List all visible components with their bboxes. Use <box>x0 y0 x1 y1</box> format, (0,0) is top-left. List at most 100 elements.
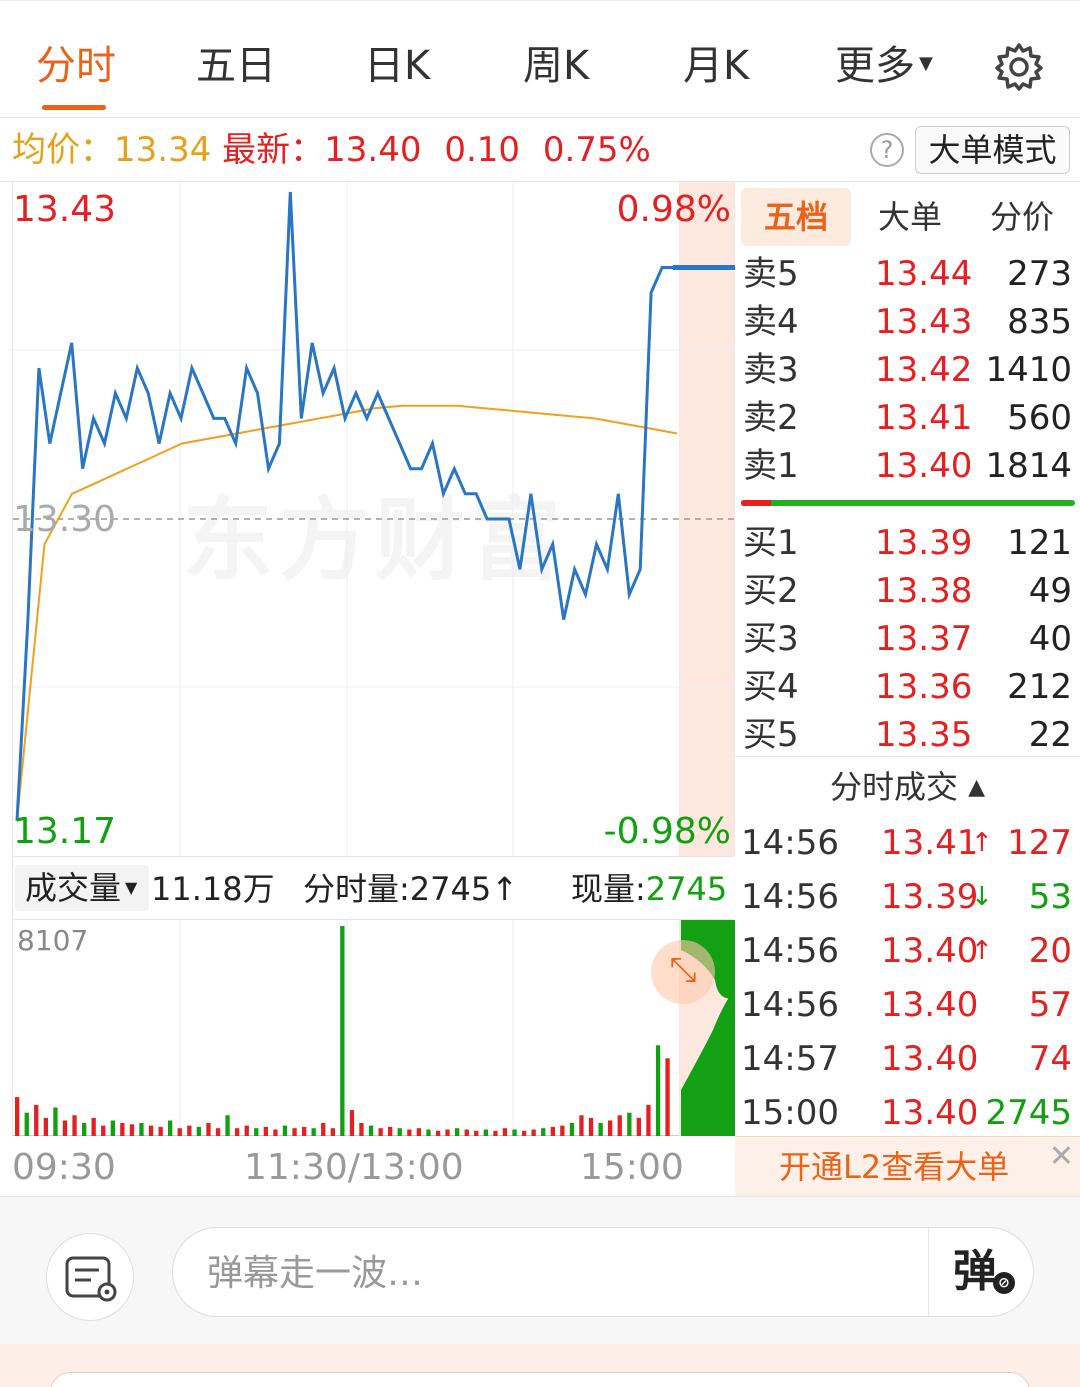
tick-trades-toggle[interactable]: 分时成交 ▲ <box>735 756 1080 816</box>
price-low-label: 13.17 <box>13 811 117 852</box>
footer-strip <box>0 1344 1080 1387</box>
bid-label: 买2 <box>743 571 799 611</box>
volume-bar <box>148 1125 154 1136</box>
ask-price: 13.44 <box>875 254 973 294</box>
volume-bar <box>120 1123 125 1136</box>
tab-five-day[interactable]: 五日 <box>196 41 276 91</box>
tab-five-levels[interactable]: 五档 <box>741 188 851 246</box>
tab-intraday[interactable]: 分时 <box>36 41 116 91</box>
price-mid-label: 13.30 <box>13 499 117 540</box>
volume-bar <box>273 1129 278 1136</box>
pct-high-label: 0.98% <box>616 189 731 230</box>
ask-row[interactable]: 卖4 13.43 835 <box>735 298 1080 346</box>
danmu-input-box[interactable]: 弹 ⊘ <box>172 1227 1034 1317</box>
tick-row: 14:57 13.40 74 <box>735 1032 1080 1086</box>
volume-bar <box>522 1130 527 1136</box>
tick-volume: 20 <box>1028 931 1072 971</box>
tick-time: 14:56 <box>741 985 839 1025</box>
volume-bar <box>359 1123 364 1136</box>
tick-price: 13.39 <box>881 877 979 917</box>
bid-price: 13.39 <box>875 523 973 563</box>
tab-more[interactable]: 更多 ▼ <box>835 41 933 99</box>
tab-daily-k[interactable]: 日K <box>364 41 430 91</box>
tick-time: 14:57 <box>741 1039 839 1079</box>
volume-bar <box>636 1117 641 1136</box>
ask-label: 卖4 <box>743 302 799 342</box>
avg-price-value: 13.34 <box>114 130 212 170</box>
price-change-pct: 0.75% <box>542 130 651 170</box>
price-summary: 均价：13.34 最新：13.40 0.10 0.75% <box>12 130 651 170</box>
ask-row[interactable]: 卖3 13.42 1410 <box>735 346 1080 394</box>
volume-bar <box>43 1117 48 1136</box>
tick-row: 14:56 13.41 ↑ 127 <box>735 816 1080 870</box>
intraday-price-chart[interactable]: 东方财富 13.43 0.98% 13.30 13.17 -0.98% <box>12 182 735 856</box>
bid-row[interactable]: 买3 13.37 40 <box>735 615 1080 663</box>
volume-bar <box>311 1128 316 1136</box>
danmu-bar: 弹 ⊘ <box>0 1196 1080 1344</box>
bid-volume: 40 <box>1028 619 1072 659</box>
tab-monthly-k[interactable]: 月K <box>683 41 749 91</box>
danmu-toggle-button[interactable]: 弹 ⊘ <box>953 1242 1015 1302</box>
bid-row[interactable]: 买4 13.36 212 <box>735 663 1080 711</box>
bid-price: 13.37 <box>875 619 973 659</box>
tab-weekly-k[interactable]: 周K <box>523 41 589 91</box>
gear-icon[interactable] <box>993 41 1045 93</box>
volume-bar <box>378 1128 383 1136</box>
tick-time: 14:56 <box>741 823 839 863</box>
close-icon[interactable]: ✕ <box>1049 1139 1074 1174</box>
volume-bar <box>531 1129 536 1136</box>
divider <box>928 1228 929 1316</box>
active-tab-underline <box>42 105 106 110</box>
help-icon[interactable]: ? <box>870 133 904 167</box>
chevron-down-icon: ▼ <box>919 53 933 74</box>
tick-volume: 53 <box>1028 877 1072 917</box>
big-order-mode-button[interactable]: 大单模式 <box>915 126 1070 174</box>
danmu-input[interactable] <box>207 1248 907 1298</box>
volume-bar <box>397 1128 402 1136</box>
bid-row[interactable]: 买5 13.35 22 <box>735 711 1080 759</box>
ask-row[interactable]: 卖1 13.40 1814 <box>735 442 1080 490</box>
tick-direction-arrow: ↑ <box>971 936 993 966</box>
tick-price: 13.41 <box>881 823 979 863</box>
ask-volume: 560 <box>1007 398 1072 438</box>
expand-icon[interactable]: ⤡ <box>651 940 715 1004</box>
ask-label: 卖1 <box>743 446 799 486</box>
bid-label: 买3 <box>743 619 799 659</box>
danmu-toggle-label: 弹 <box>953 1246 997 1297</box>
volume-chart-svg <box>15 920 735 1136</box>
total-volume: 11.18万 <box>151 870 275 908</box>
bid-row[interactable]: 买1 13.39 121 <box>735 519 1080 567</box>
volume-bar <box>435 1130 441 1136</box>
l2-upgrade-banner[interactable]: 开通L2查看大单 ✕ <box>735 1136 1080 1196</box>
bid-volume: 22 <box>1028 715 1072 755</box>
bid-price: 13.38 <box>875 571 973 611</box>
volume-max-label: 8107 <box>17 924 89 957</box>
volume-bar <box>541 1128 546 1136</box>
tab-big-orders[interactable]: 大单 <box>855 188 965 246</box>
danmu-settings-button[interactable] <box>46 1233 134 1321</box>
volume-bar <box>608 1120 613 1136</box>
ask-row[interactable]: 卖2 13.41 560 <box>735 394 1080 442</box>
volume-bar <box>168 1120 173 1136</box>
ask-row[interactable]: 卖5 13.44 273 <box>735 250 1080 298</box>
volume-bar <box>225 1115 230 1136</box>
volume-bar <box>53 1107 58 1136</box>
volume-bar <box>340 926 345 1136</box>
volume-bar <box>263 1126 268 1136</box>
bid-row[interactable]: 买2 13.38 49 <box>735 567 1080 615</box>
volume-bar <box>82 1123 87 1136</box>
ask-label: 卖5 <box>743 254 799 294</box>
indicator-selector[interactable]: 成交量 ▼ <box>15 865 149 911</box>
tab-price-distribution[interactable]: 分价 <box>967 188 1077 246</box>
volume-bar <box>15 1097 20 1136</box>
volume-bar <box>445 1129 450 1136</box>
tick-time: 15:00 <box>741 1093 839 1133</box>
period-volume-value: 2745 <box>409 870 492 908</box>
volume-bar <box>34 1104 39 1136</box>
bid-volume: 121 <box>1007 523 1072 563</box>
volume-chart[interactable]: 8107 ⤡ <box>12 920 735 1136</box>
volume-bar <box>110 1120 115 1136</box>
order-book-panel: 五档 大单 分价 卖5 13.44 273 卖4 13.43 835 卖3 13… <box>735 182 1080 1196</box>
price-high-label: 13.43 <box>13 189 117 230</box>
indicator-selector-label: 成交量 <box>25 869 122 907</box>
